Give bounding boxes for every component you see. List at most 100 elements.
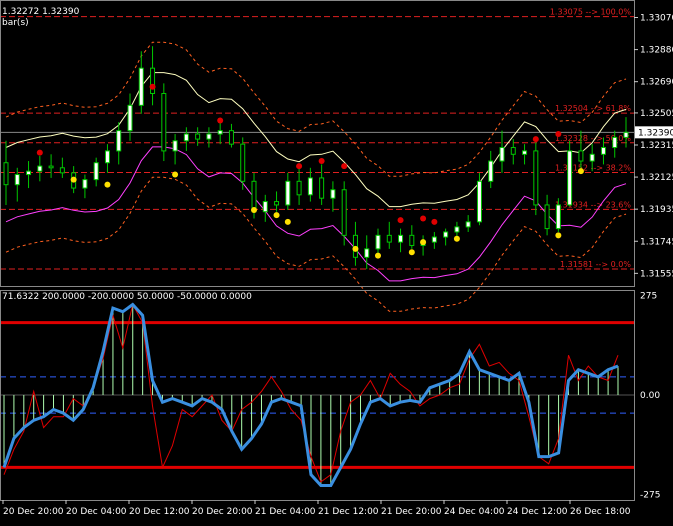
oscillator-tick-label: -275 [640, 491, 660, 501]
candle-body [308, 178, 312, 195]
fib-label: 1.33075 --> 100.0% [550, 8, 632, 17]
candle-body [410, 235, 414, 245]
candle-body [105, 151, 109, 163]
candle-body [297, 181, 301, 195]
yellow-signal-dot [409, 249, 415, 255]
yellow-signal-dot [578, 168, 584, 174]
candle-body [128, 105, 132, 130]
oscillator-tick-label: 0.00 [640, 391, 660, 401]
time-label: 24 Dec 12:00 [507, 507, 568, 517]
candle-body [342, 190, 346, 236]
chart-canvas[interactable]: 1.33075 --> 100.0%1.32504 --> 61.8%1.323… [0, 0, 673, 522]
price-header: 1.32272 1.32390 [2, 7, 80, 17]
red-signal-dot [217, 118, 223, 124]
candle-body [387, 235, 391, 242]
candle-body [83, 180, 87, 188]
candle-body [117, 131, 121, 151]
red-signal-dot [37, 150, 43, 156]
time-label: 26 Dec 18:00 [570, 507, 631, 517]
candlesticks [4, 46, 628, 269]
price-tick-label: 1.32505 [640, 109, 673, 119]
red-signal-dot [150, 84, 156, 90]
red-signal-dot [398, 217, 404, 223]
yellow-signal-dot [555, 232, 561, 238]
yellow-signal-dot [285, 219, 291, 225]
fib-label: 1.31581 --> 0.0% [560, 260, 631, 269]
red-signal-dot [319, 158, 325, 164]
candle-body [477, 181, 481, 222]
red-signal-dot [431, 219, 437, 225]
lower-band [6, 147, 626, 281]
yellow-signal-dot [104, 182, 110, 188]
candle-body [275, 202, 279, 205]
candle-body [545, 205, 549, 229]
yellow-signal-dot [352, 246, 358, 252]
time-label: 21 Dec 20:00 [381, 507, 442, 517]
main-frame [1, 1, 635, 287]
time-label: 20 Dec 20:00 [192, 507, 253, 517]
red-signal-dot [296, 163, 302, 169]
fib-label: 1.31934 --> 23.6% [555, 200, 631, 209]
yellow-signal-dot [251, 207, 257, 213]
fibonacci-levels: 1.33075 --> 100.0%1.32504 --> 61.8%1.323… [0, 8, 634, 269]
candle-body [556, 205, 560, 229]
candle-body [229, 131, 233, 145]
candle-body [320, 178, 324, 198]
candle-body [489, 161, 493, 181]
time-label: 20 Dec 12:00 [129, 507, 190, 517]
candle-body [94, 163, 98, 180]
candle-body [432, 237, 436, 242]
red-signal-dot [420, 215, 426, 221]
candle-body [399, 235, 403, 242]
candle-body [590, 154, 594, 161]
price-tick-label: 1.31555 [640, 269, 673, 279]
candle-body [466, 222, 470, 227]
candle-body [500, 148, 504, 162]
red-signal-dot [533, 136, 539, 142]
candle-body [60, 168, 64, 173]
yellow-signal-dot [274, 212, 280, 218]
candle-body [173, 141, 177, 151]
candle-body [184, 134, 188, 141]
candle-body [196, 134, 200, 139]
candle-body [207, 134, 211, 139]
red-signal-dot [555, 131, 561, 137]
candle-body [15, 175, 19, 185]
candle-body [263, 202, 267, 212]
candle-body [534, 151, 538, 205]
candle-body [376, 235, 380, 249]
candle-body [49, 166, 53, 168]
price-tick-label: 1.31745 [640, 237, 673, 247]
trading-chart-window: 1.33075 --> 100.0%1.32504 --> 61.8%1.323… [0, 0, 673, 522]
yellow-signal-dot [420, 239, 426, 245]
candle-body [218, 131, 222, 134]
price-tick-label: 1.32880 [640, 46, 673, 56]
price-tick-label: 1.33070 [640, 14, 673, 24]
candle-body [444, 232, 448, 237]
yellow-signal-dot [71, 177, 77, 183]
candle-body [139, 68, 143, 105]
candle-body [511, 148, 515, 155]
indicator-header: bar(s) [2, 18, 29, 28]
price-tick-label: 1.32690 [640, 78, 673, 88]
candle-body [4, 163, 8, 185]
candle-body [27, 171, 31, 174]
yellow-signal-dot [172, 172, 178, 178]
time-label: 21 Dec 04:00 [255, 507, 316, 517]
oscillator-tick-label: 275 [640, 291, 657, 301]
price-axes: 1.33070 1.32880 1.32690 1.32505 1.32315 1.321… [1, 1, 673, 518]
candle-body [286, 181, 290, 205]
yellow-signal-dot [454, 236, 460, 242]
candle-body [455, 227, 459, 232]
time-label: 20 Dec 04:00 [66, 507, 127, 517]
candle-body [365, 249, 369, 257]
price-tick-label: 1.32315 [640, 141, 673, 151]
candle-body [523, 151, 527, 154]
time-label: 20 Dec 20:00 [3, 507, 64, 517]
candle-body [568, 151, 572, 205]
fib-label: 1.32152 --> 38.2% [555, 164, 631, 173]
outer-upper-band [6, 42, 626, 176]
price-tick-label: 1.32125 [640, 173, 673, 183]
time-label: 24 Dec 04:00 [444, 507, 505, 517]
candle-body [601, 148, 605, 155]
